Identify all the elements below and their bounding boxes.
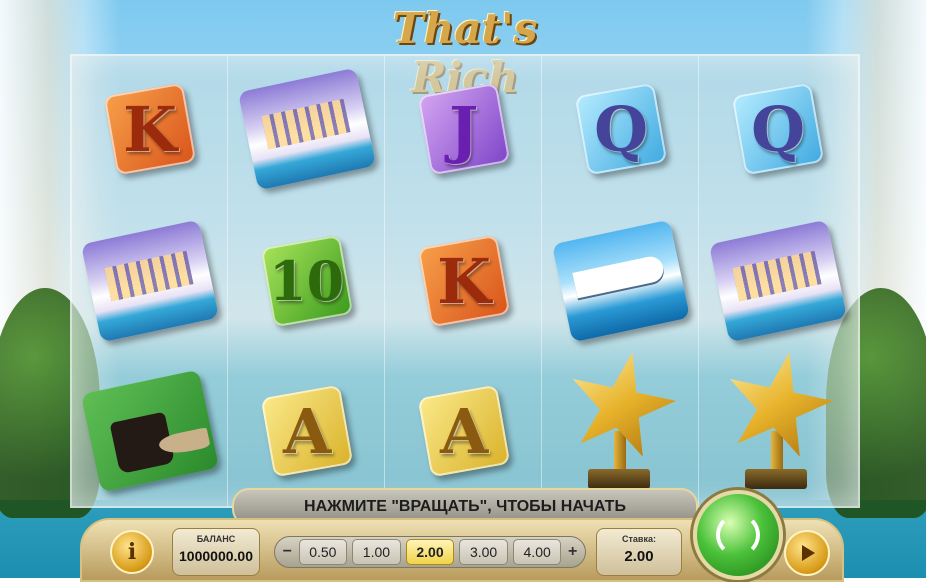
reel-4: Q: [543, 56, 699, 506]
stake-display: Ставка: 2.00: [596, 528, 682, 576]
symbol-cell: Q: [543, 56, 698, 201]
symbol-cell: K: [386, 208, 541, 353]
symbol-k-card: K: [417, 234, 510, 327]
symbol-a-card: A: [260, 384, 353, 477]
spin-arrows-icon: [716, 513, 760, 557]
bet-increase-button[interactable]: +: [566, 543, 579, 560]
symbol-yacht: [551, 219, 690, 342]
symbol-cell: J: [386, 56, 541, 201]
symbol-cell: [72, 358, 227, 503]
symbol-star-trophy: [723, 351, 833, 501]
symbol-cell: [700, 346, 855, 506]
symbol-cell: [700, 208, 855, 353]
symbol-q-card: Q: [574, 82, 667, 175]
reel-1: K: [72, 56, 228, 506]
symbol-a-card: A: [417, 384, 510, 477]
balance-value: 1000000.00: [179, 548, 253, 564]
symbol-cell: [72, 208, 227, 353]
symbol-villa: [708, 219, 847, 342]
symbol-10-card: 10: [260, 234, 353, 327]
symbol-k-card: K: [103, 82, 196, 175]
symbol-villa: [80, 219, 219, 342]
game-logo: That's Rich: [392, 4, 538, 102]
bet-decrease-button[interactable]: −: [281, 543, 294, 560]
play-icon: [802, 545, 815, 561]
symbol-cell: [543, 208, 698, 353]
symbol-q-card: Q: [731, 82, 824, 175]
bet-option[interactable]: 3.00: [459, 539, 508, 565]
symbol-cell: K: [72, 56, 227, 201]
symbol-cell: [229, 56, 384, 201]
reel-2: 10 A: [229, 56, 385, 506]
spin-button[interactable]: [693, 490, 783, 580]
info-icon: i: [127, 539, 137, 565]
balance-label: БАЛАНС: [196, 534, 236, 544]
bet-selector: − 0.50 1.00 2.00 3.00 4.00 +: [274, 536, 586, 568]
info-button[interactable]: i: [110, 530, 154, 574]
symbol-cell: Q: [700, 56, 855, 201]
stake-value: 2.00: [624, 548, 654, 565]
reel-3: J K A: [386, 56, 542, 506]
symbol-cell: A: [386, 358, 541, 503]
stake-label: Ставка:: [622, 534, 656, 544]
symbol-handbag: [80, 369, 219, 492]
symbol-j-card: J: [417, 82, 510, 175]
balance-display: БАЛАНС 1000000.00: [172, 528, 260, 576]
symbol-cell: 10: [229, 208, 384, 353]
symbol-star-trophy: [566, 351, 676, 501]
bet-option[interactable]: 0.50: [298, 539, 348, 565]
reel-5: Q: [700, 56, 855, 506]
bet-option[interactable]: 1.00: [352, 539, 401, 565]
bet-option-selected[interactable]: 2.00: [405, 539, 455, 565]
symbol-villa: [237, 67, 376, 190]
symbol-cell: A: [229, 358, 384, 503]
bet-option[interactable]: 4.00: [512, 539, 562, 565]
symbol-cell: [543, 346, 698, 506]
autoplay-button[interactable]: [784, 530, 830, 576]
reel-grid: K 10 A J K A Q Q: [70, 54, 860, 508]
